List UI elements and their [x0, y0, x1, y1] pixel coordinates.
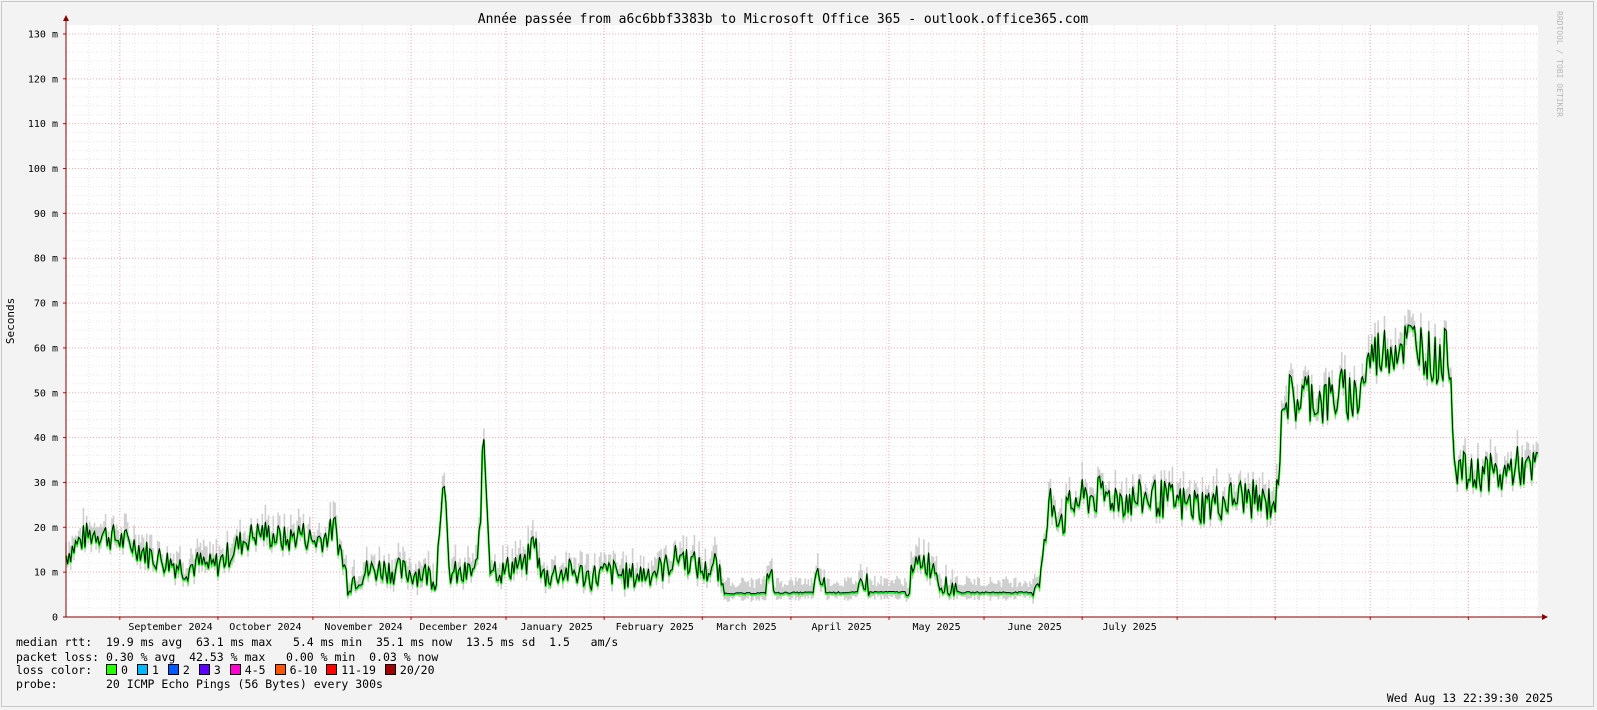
rrdtool-credit: RRDTOOL / TOBI OETIKER — [1555, 11, 1564, 117]
x-tick-label: February 2025 — [616, 622, 694, 633]
loss-color-swatch — [106, 664, 118, 675]
loss-color-label: 11-19 — [341, 663, 376, 677]
legend-loss-color: loss color: 0 1 2 3 4-5 6-10 11-19 20/20 — [16, 663, 444, 678]
x-tick-label: September 2024 — [128, 622, 212, 633]
smokeping-chart: 0 10 m 20 m 30 m 40 m 50 m 60 m 70 m 80 m 90 m 100… — [4, 11, 1564, 633]
y-tick-label: 90 m — [34, 209, 58, 220]
x-tick-label: November 2024 — [324, 622, 402, 633]
loss-color-swatch — [167, 664, 179, 675]
y-tick-label: 80 m — [34, 254, 58, 265]
loss-color-swatch — [274, 664, 286, 675]
timestamp: Wed Aug 13 22:39:30 2025 — [1386, 691, 1553, 705]
chart-title: Année passée from a6c6bbf3383b to Micros… — [478, 12, 1089, 27]
y-tick-label: 10 m — [34, 568, 58, 579]
x-tick-label: October 2024 — [229, 622, 301, 633]
y-tick-label: 20 m — [34, 523, 58, 534]
y-tick-label: 60 m — [34, 343, 58, 354]
x-tick-label: July 2025 — [1103, 622, 1157, 633]
y-axis-arrow — [63, 15, 69, 21]
y-axis-label: Seconds — [4, 298, 17, 344]
loss-color-item: 6-10 — [274, 663, 318, 677]
y-tick-label: 110 m — [28, 119, 58, 130]
loss-color-item: 11-19 — [326, 663, 376, 677]
loss-color-label: 3 — [213, 663, 221, 677]
y-tick-label: 130 m — [28, 29, 58, 40]
legend-probe: probe: 20 ICMP Echo Pings (56 Bytes) eve… — [16, 677, 383, 691]
x-tick-label: April 2025 — [811, 622, 871, 633]
loss-color-swatch — [384, 664, 396, 675]
loss-color-item: 4-5 — [229, 663, 266, 677]
loss-color-label: loss color: — [16, 663, 93, 677]
y-tick-label: 70 m — [34, 299, 58, 310]
loss-color-swatch — [198, 664, 210, 675]
x-tick-label: January 2025 — [521, 622, 593, 633]
y-tick-label: 50 m — [34, 388, 58, 399]
x-tick-label: March 2025 — [716, 622, 776, 633]
loss-color-label: 4-5 — [244, 663, 266, 677]
loss-color-label: 1 — [151, 663, 159, 677]
y-tick-label: 100 m — [28, 164, 58, 175]
loss-color-swatch — [326, 664, 338, 675]
y-tick-label: 40 m — [34, 433, 58, 444]
loss-color-swatch — [136, 664, 148, 675]
loss-color-label: 6-10 — [289, 663, 318, 677]
legend-median-rtt: median rtt: 19.9 ms avg 63.1 ms max 5.4 … — [16, 635, 619, 649]
loss-color-item: 3 — [198, 663, 221, 677]
loss-color-label: 0 — [121, 663, 128, 677]
x-tick-label: December 2024 — [419, 622, 497, 633]
x-axis-arrow — [1542, 614, 1548, 620]
x-tick-label: June 2025 — [1008, 622, 1062, 633]
y-tick-label: 120 m — [28, 74, 58, 85]
loss-color-item: 20/20 — [384, 663, 435, 677]
loss-color-label: 2 — [182, 663, 190, 677]
loss-color-label: 20/20 — [399, 663, 435, 677]
x-tick-label: May 2025 — [912, 622, 960, 633]
loss-color-item: 0 — [106, 663, 128, 677]
loss-color-swatch — [229, 664, 241, 675]
loss-color-swatches: 0 1 2 3 4-5 6-10 11-19 20/20 — [106, 663, 443, 677]
y-tick-label: 30 m — [34, 478, 58, 489]
y-tick-label: 0 — [52, 613, 58, 624]
loss-color-item: 1 — [136, 663, 159, 677]
loss-color-item: 2 — [167, 663, 190, 677]
